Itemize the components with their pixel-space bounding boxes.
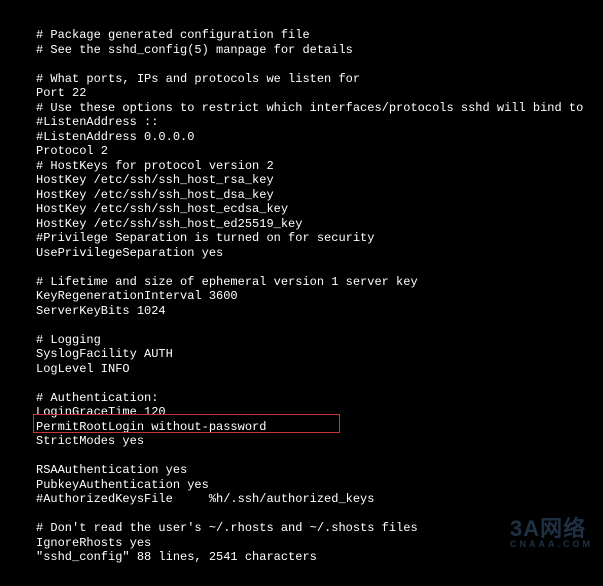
config-line-1: # See the sshd_config(5) manpage for det…: [36, 43, 567, 58]
config-line-17: # Lifetime and size of ephemeral version…: [36, 275, 567, 290]
config-line-3: # What ports, IPs and protocols we liste…: [36, 72, 567, 87]
config-line-15: UsePrivilegeSeparation yes: [36, 246, 567, 261]
config-line-30: RSAAuthentication yes: [36, 463, 567, 478]
config-line-0: # Package generated configuration file: [36, 28, 567, 43]
config-line-24: [36, 376, 567, 391]
config-line-26: LoginGraceTime 120: [36, 405, 567, 420]
config-line-34: # Don't read the user's ~/.rhosts and ~/…: [36, 521, 567, 536]
config-line-9: # HostKeys for protocol version 2: [36, 159, 567, 174]
config-line-13: HostKey /etc/ssh/ssh_host_ed25519_key: [36, 217, 567, 232]
config-line-31: PubkeyAuthentication yes: [36, 478, 567, 493]
config-line-27: PermitRootLogin without-password: [36, 420, 567, 435]
config-line-32: #AuthorizedKeysFile %h/.ssh/authorized_k…: [36, 492, 567, 507]
config-line-29: [36, 449, 567, 464]
config-line-5: # Use these options to restrict which in…: [36, 101, 567, 116]
terminal-output: # Package generated configuration file# …: [36, 28, 567, 565]
config-line-23: LogLevel INFO: [36, 362, 567, 377]
config-line-10: HostKey /etc/ssh/ssh_host_rsa_key: [36, 173, 567, 188]
config-line-4: Port 22: [36, 86, 567, 101]
config-line-28: StrictModes yes: [36, 434, 567, 449]
config-line-22: SyslogFacility AUTH: [36, 347, 567, 362]
config-line-36: "sshd_config" 88 lines, 2541 characters: [36, 550, 567, 565]
config-line-25: # Authentication:: [36, 391, 567, 406]
config-line-16: [36, 260, 567, 275]
config-line-20: [36, 318, 567, 333]
config-line-14: #Privilege Separation is turned on for s…: [36, 231, 567, 246]
config-line-21: # Logging: [36, 333, 567, 348]
config-line-11: HostKey /etc/ssh/ssh_host_dsa_key: [36, 188, 567, 203]
config-line-33: [36, 507, 567, 522]
config-line-19: ServerKeyBits 1024: [36, 304, 567, 319]
config-line-6: #ListenAddress ::: [36, 115, 567, 130]
config-line-2: [36, 57, 567, 72]
config-line-35: IgnoreRhosts yes: [36, 536, 567, 551]
config-line-12: HostKey /etc/ssh/ssh_host_ecdsa_key: [36, 202, 567, 217]
config-line-8: Protocol 2: [36, 144, 567, 159]
config-line-18: KeyRegenerationInterval 3600: [36, 289, 567, 304]
config-line-7: #ListenAddress 0.0.0.0: [36, 130, 567, 145]
